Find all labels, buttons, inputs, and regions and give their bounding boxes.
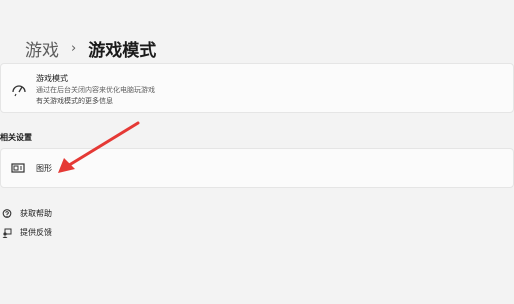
- give-feedback-link[interactable]: 提供反馈: [2, 227, 52, 238]
- graphics-label: 图形: [36, 164, 52, 173]
- graphics-icon: [11, 163, 25, 173]
- game-mode-card[interactable]: 游戏模式 通过在后台关闭内容来优化电脑玩游戏 有关游戏模式的更多信息: [0, 63, 514, 113]
- graphics-settings-item[interactable]: 图形: [0, 148, 514, 188]
- feedback-icon: [2, 228, 12, 238]
- game-mode-more-info-link[interactable]: 有关游戏模式的更多信息: [36, 96, 113, 106]
- game-mode-settings-page: 游戏 › 游戏模式 游戏模式 通过在后台关闭内容来优化电脑玩游戏 有关游戏模式的…: [0, 0, 514, 304]
- page-title: 游戏模式: [88, 41, 157, 61]
- breadcrumb-parent-gaming[interactable]: 游戏: [25, 36, 59, 61]
- get-help-link[interactable]: 获取帮助: [2, 208, 52, 219]
- related-settings-heading: 相关设置: [0, 133, 32, 142]
- give-feedback-label: 提供反馈: [20, 228, 52, 237]
- game-mode-description: 通过在后台关闭内容来优化电脑玩游戏: [36, 86, 155, 94]
- breadcrumb-separator: ›: [71, 41, 77, 56]
- breadcrumb: 游戏 › 游戏模式: [25, 36, 156, 61]
- help-icon: [2, 208, 12, 218]
- get-help-label: 获取帮助: [20, 209, 52, 218]
- gauge-icon: [12, 85, 26, 97]
- game-mode-title: 游戏模式: [36, 74, 68, 83]
